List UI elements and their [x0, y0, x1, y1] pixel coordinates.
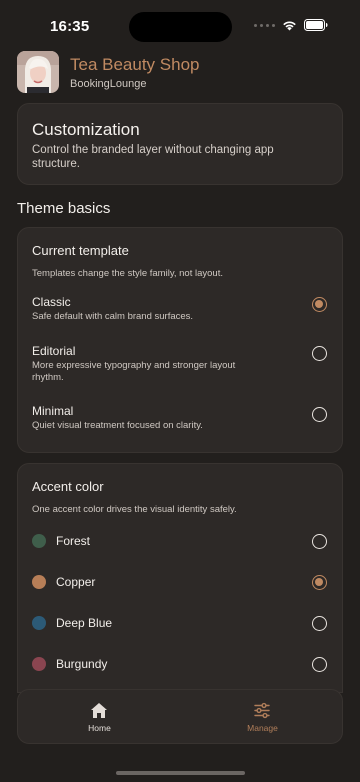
template-option-description: Quiet visual treatment focused on clarit… — [32, 420, 203, 431]
radio-button-selected[interactable] — [312, 575, 327, 590]
shop-avatar[interactable] — [17, 51, 59, 93]
shop-header: Tea Beauty Shop BookingLounge — [17, 50, 343, 96]
tab-home[interactable]: Home — [18, 690, 181, 745]
template-card: Current template Templates change the st… — [17, 227, 343, 453]
accent-card-subtitle: One accent color drives the visual ident… — [32, 504, 237, 515]
status-bar: 16:35 — [0, 0, 360, 50]
cellular-signal-icon — [254, 23, 275, 27]
radio-button[interactable] — [312, 534, 327, 549]
template-option-classic[interactable]: Classic Safe default with calm brand sur… — [18, 295, 342, 325]
accent-option-label: Copper — [56, 575, 96, 589]
template-option-description: Safe default with calm brand surfaces. — [32, 311, 194, 322]
section-heading-theme-basics: Theme basics — [17, 200, 111, 217]
template-option-label: Editorial — [32, 344, 76, 358]
accent-option-label: Burgundy — [56, 657, 108, 671]
template-option-label: Classic — [32, 295, 71, 309]
radio-button[interactable] — [312, 616, 327, 631]
color-swatch-copper — [32, 575, 46, 589]
tab-manage[interactable]: Manage — [181, 690, 344, 745]
app-screen: 16:35 Tea Beauty Shop BookingLounge Cust… — [0, 0, 360, 782]
template-option-editorial[interactable]: Editorial More expressive typography and… — [18, 344, 342, 384]
template-card-title: Current template — [32, 243, 129, 258]
template-option-label: Minimal — [32, 404, 74, 418]
template-option-description: More expressive typography and stronger … — [32, 360, 236, 383]
status-icons — [254, 19, 328, 31]
accent-option-forest[interactable]: Forest — [18, 532, 342, 550]
home-icon — [91, 703, 107, 718]
page-description: Control the branded layer without changi… — [32, 144, 274, 170]
accent-color-card: Accent color One accent color drives the… — [17, 463, 343, 693]
color-swatch-forest — [32, 534, 46, 548]
customization-card: Customization Control the branded layer … — [17, 103, 343, 185]
sliders-icon — [254, 702, 270, 719]
dynamic-island — [129, 12, 232, 42]
tab-manage-label: Manage — [247, 723, 278, 733]
battery-icon — [304, 19, 328, 31]
status-time: 16:35 — [50, 18, 90, 35]
shop-name: Tea Beauty Shop — [70, 55, 200, 74]
radio-button[interactable] — [312, 407, 327, 422]
color-swatch-deep-blue — [32, 616, 46, 630]
accent-option-burgundy[interactable]: Burgundy — [18, 655, 342, 673]
radio-button[interactable] — [312, 346, 327, 361]
accent-option-label: Deep Blue — [56, 616, 113, 630]
radio-button[interactable] — [312, 657, 327, 672]
bottom-tab-bar: Home Manage — [17, 689, 343, 744]
color-swatch-burgundy — [32, 657, 46, 671]
template-option-minimal[interactable]: Minimal Quiet visual treatment focused o… — [18, 404, 342, 434]
accent-option-label: Forest — [56, 534, 91, 548]
template-card-subtitle: Templates change the style family, not l… — [32, 268, 223, 279]
accent-option-deep-blue[interactable]: Deep Blue — [18, 614, 342, 632]
home-indicator — [116, 771, 245, 775]
accent-option-copper[interactable]: Copper — [18, 573, 342, 591]
accent-card-title: Accent color — [32, 479, 104, 494]
shop-subtitle: BookingLounge — [70, 78, 147, 90]
radio-button-selected[interactable] — [312, 297, 327, 312]
wifi-icon — [283, 20, 296, 30]
tab-home-label: Home — [88, 723, 111, 733]
page-title: Customization — [32, 120, 140, 139]
